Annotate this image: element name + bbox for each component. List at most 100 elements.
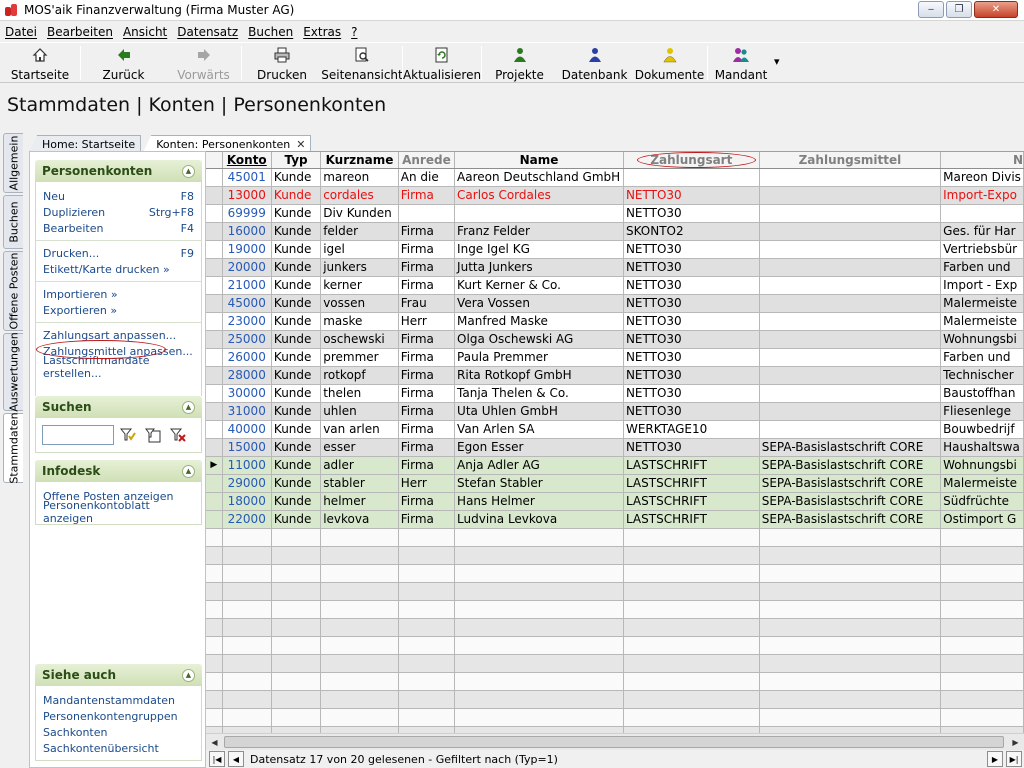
cell-typ[interactable]: Kunde bbox=[271, 420, 322, 439]
cell-typ[interactable]: Kunde bbox=[271, 402, 322, 421]
table-row[interactable]: 45001 Kunde mareon An die Aareon Deutschland… bbox=[206, 168, 1024, 187]
tab-buchen[interactable]: Buchen bbox=[3, 195, 23, 249]
cell-zahlungsart[interactable] bbox=[623, 168, 760, 187]
cell-anrede[interactable]: Firma bbox=[398, 438, 456, 457]
cell-typ[interactable]: Kunde bbox=[271, 294, 322, 313]
cell-konto[interactable]: 28000 bbox=[222, 366, 272, 385]
cell-zahlungsmittel[interactable] bbox=[759, 276, 942, 295]
cell-anrede[interactable]: Firma bbox=[398, 492, 456, 511]
page-preview-button[interactable]: Seitenansicht bbox=[321, 43, 403, 83]
cell-typ[interactable]: Kunde bbox=[271, 348, 322, 367]
task-importieren[interactable]: Importieren » bbox=[36, 286, 201, 302]
refresh-button[interactable]: Aktualisieren bbox=[403, 43, 481, 83]
cell-name[interactable]: Van Arlen SA bbox=[454, 420, 624, 439]
cell-n[interactable]: Ges. für Har bbox=[940, 222, 1024, 241]
col-header-name[interactable]: Name bbox=[454, 152, 624, 169]
tab-home-startseite[interactable]: Home: Startseite bbox=[29, 135, 142, 152]
row-selector[interactable] bbox=[206, 492, 223, 511]
row-selector[interactable] bbox=[206, 420, 223, 439]
cell-anrede[interactable]: Firma bbox=[398, 330, 456, 349]
table-row[interactable]: 26000 Kunde premmer Firma Paula Premmer NETTO… bbox=[206, 348, 1024, 367]
task-exportieren[interactable]: Exportieren » bbox=[36, 302, 201, 318]
cell-name[interactable]: Anja Adler AG bbox=[454, 456, 624, 475]
row-selector[interactable] bbox=[206, 294, 223, 313]
table-row[interactable]: 31000 Kunde uhlen Firma Uta Uhlen GmbH NETTO3… bbox=[206, 402, 1024, 421]
cell-kurzname[interactable]: igel bbox=[320, 240, 399, 259]
cell-zahlungsart[interactable]: NETTO30 bbox=[623, 312, 760, 331]
cell-typ[interactable]: Kunde bbox=[271, 240, 322, 259]
cell-zahlungsart[interactable]: NETTO30 bbox=[623, 186, 760, 205]
cell-anrede[interactable]: Firma bbox=[398, 240, 456, 259]
table-row[interactable]: 30000 Kunde thelen Firma Tanja Thelen & Co. N… bbox=[206, 384, 1024, 403]
search-list-icon[interactable] bbox=[142, 425, 164, 445]
search-filter-icon[interactable] bbox=[117, 425, 139, 445]
cell-typ[interactable]: Kunde bbox=[271, 276, 322, 295]
col-header-kurzname[interactable]: Kurzname bbox=[320, 152, 399, 169]
cell-name[interactable]: Manfred Maske bbox=[454, 312, 624, 331]
collapse-icon[interactable]: ▲ bbox=[182, 164, 195, 178]
cell-typ[interactable]: Kunde bbox=[271, 474, 322, 493]
cell-zahlungsmittel[interactable] bbox=[759, 186, 942, 205]
cell-zahlungsart[interactable]: NETTO30 bbox=[623, 294, 760, 313]
table-row[interactable]: 45000 Kunde vossen Frau Vera Vossen NETTO30 Ma… bbox=[206, 294, 1024, 313]
cell-zahlungsart[interactable]: NETTO30 bbox=[623, 204, 760, 223]
cell-name[interactable]: Kurt Kerner & Co. bbox=[454, 276, 624, 295]
cell-typ[interactable]: Kunde bbox=[271, 456, 322, 475]
first-record-icon[interactable]: |◀ bbox=[209, 751, 225, 767]
tab-stammdaten[interactable]: Stammdaten bbox=[3, 412, 23, 484]
row-selector[interactable] bbox=[206, 186, 223, 205]
task-drucken[interactable]: Drucken... F9 bbox=[36, 245, 201, 261]
collapse-icon[interactable]: ▲ bbox=[182, 464, 195, 478]
cell-kurzname[interactable]: esser bbox=[320, 438, 399, 457]
cell-konto[interactable]: 29000 bbox=[222, 474, 272, 493]
cell-n[interactable]: Mareon Divis bbox=[940, 168, 1024, 187]
cell-konto[interactable]: 15000 bbox=[222, 438, 272, 457]
cell-typ[interactable]: Kunde bbox=[271, 312, 322, 331]
cell-anrede[interactable] bbox=[398, 204, 456, 223]
cell-konto[interactable]: 21000 bbox=[222, 276, 272, 295]
cell-anrede[interactable]: Firma bbox=[398, 276, 456, 295]
cell-zahlungsmittel[interactable] bbox=[759, 294, 942, 313]
cell-name[interactable]: Uta Uhlen GmbH bbox=[454, 402, 624, 421]
cell-anrede[interactable]: Firma bbox=[398, 420, 456, 439]
cell-kurzname[interactable]: Div Kunden bbox=[320, 204, 399, 223]
cell-n[interactable]: Farben und bbox=[940, 258, 1024, 277]
datenbank-button[interactable]: Datenbank bbox=[557, 43, 632, 83]
cell-n[interactable]: Haushaltswa bbox=[940, 438, 1024, 457]
close-button[interactable]: ✕ bbox=[974, 1, 1018, 18]
cell-kurzname[interactable]: stabler bbox=[320, 474, 399, 493]
menu-ansicht[interactable]: Ansicht bbox=[118, 25, 172, 39]
cell-n[interactable]: Import - Exp bbox=[940, 276, 1024, 295]
cell-typ[interactable]: Kunde bbox=[271, 438, 322, 457]
table-row[interactable]: 19000 Kunde igel Firma Inge Igel KG NETTO30 Ve… bbox=[206, 240, 1024, 259]
cell-zahlungsmittel[interactable] bbox=[759, 222, 942, 241]
cell-name[interactable]: Franz Felder bbox=[454, 222, 624, 241]
cell-zahlungsart[interactable]: LASTSCHRIFT bbox=[623, 510, 760, 529]
horizontal-scrollbar[interactable]: ◀ ▶ bbox=[206, 733, 1024, 750]
cell-zahlungsmittel[interactable] bbox=[759, 420, 942, 439]
toolbar-overflow-button[interactable]: ▾ bbox=[774, 43, 794, 68]
cell-zahlungsmittel[interactable] bbox=[759, 258, 942, 277]
menu-datensatz[interactable]: Datensatz bbox=[172, 25, 243, 39]
row-selector[interactable] bbox=[206, 438, 223, 457]
cell-zahlungsmittel[interactable]: SEPA-Basislastschrift CORE bbox=[759, 456, 942, 475]
link-sachkonten[interactable]: Sachkonten bbox=[36, 724, 201, 740]
table-row[interactable]: ▶ 11000 Kunde adler Firma Anja Adler AG LASTSC… bbox=[206, 456, 1024, 475]
cell-zahlungsart[interactable]: LASTSCHRIFT bbox=[623, 474, 760, 493]
cell-n[interactable]: Südfrüchte bbox=[940, 492, 1024, 511]
cell-typ[interactable]: Kunde bbox=[271, 330, 322, 349]
close-tab-icon[interactable]: ✕ bbox=[296, 138, 305, 151]
table-row[interactable]: 16000 Kunde felder Firma Franz Felder SKONTO2… bbox=[206, 222, 1024, 241]
task-neu[interactable]: Neu F8 bbox=[36, 188, 201, 204]
cell-zahlungsmittel[interactable]: SEPA-Basislastschrift CORE bbox=[759, 474, 942, 493]
row-selector[interactable] bbox=[206, 366, 223, 385]
cell-anrede[interactable]: Firma bbox=[398, 258, 456, 277]
group-infodesk-header[interactable]: Infodesk ▲ bbox=[35, 460, 202, 482]
cell-zahlungsart[interactable]: NETTO30 bbox=[623, 366, 760, 385]
scroll-right-icon[interactable]: ▶ bbox=[1007, 734, 1024, 750]
cell-zahlungsart[interactable]: NETTO30 bbox=[623, 402, 760, 421]
cell-name[interactable]: Stefan Stabler bbox=[454, 474, 624, 493]
cell-kurzname[interactable]: uhlen bbox=[320, 402, 399, 421]
cell-zahlungsart[interactable]: NETTO30 bbox=[623, 348, 760, 367]
row-selector[interactable] bbox=[206, 384, 223, 403]
